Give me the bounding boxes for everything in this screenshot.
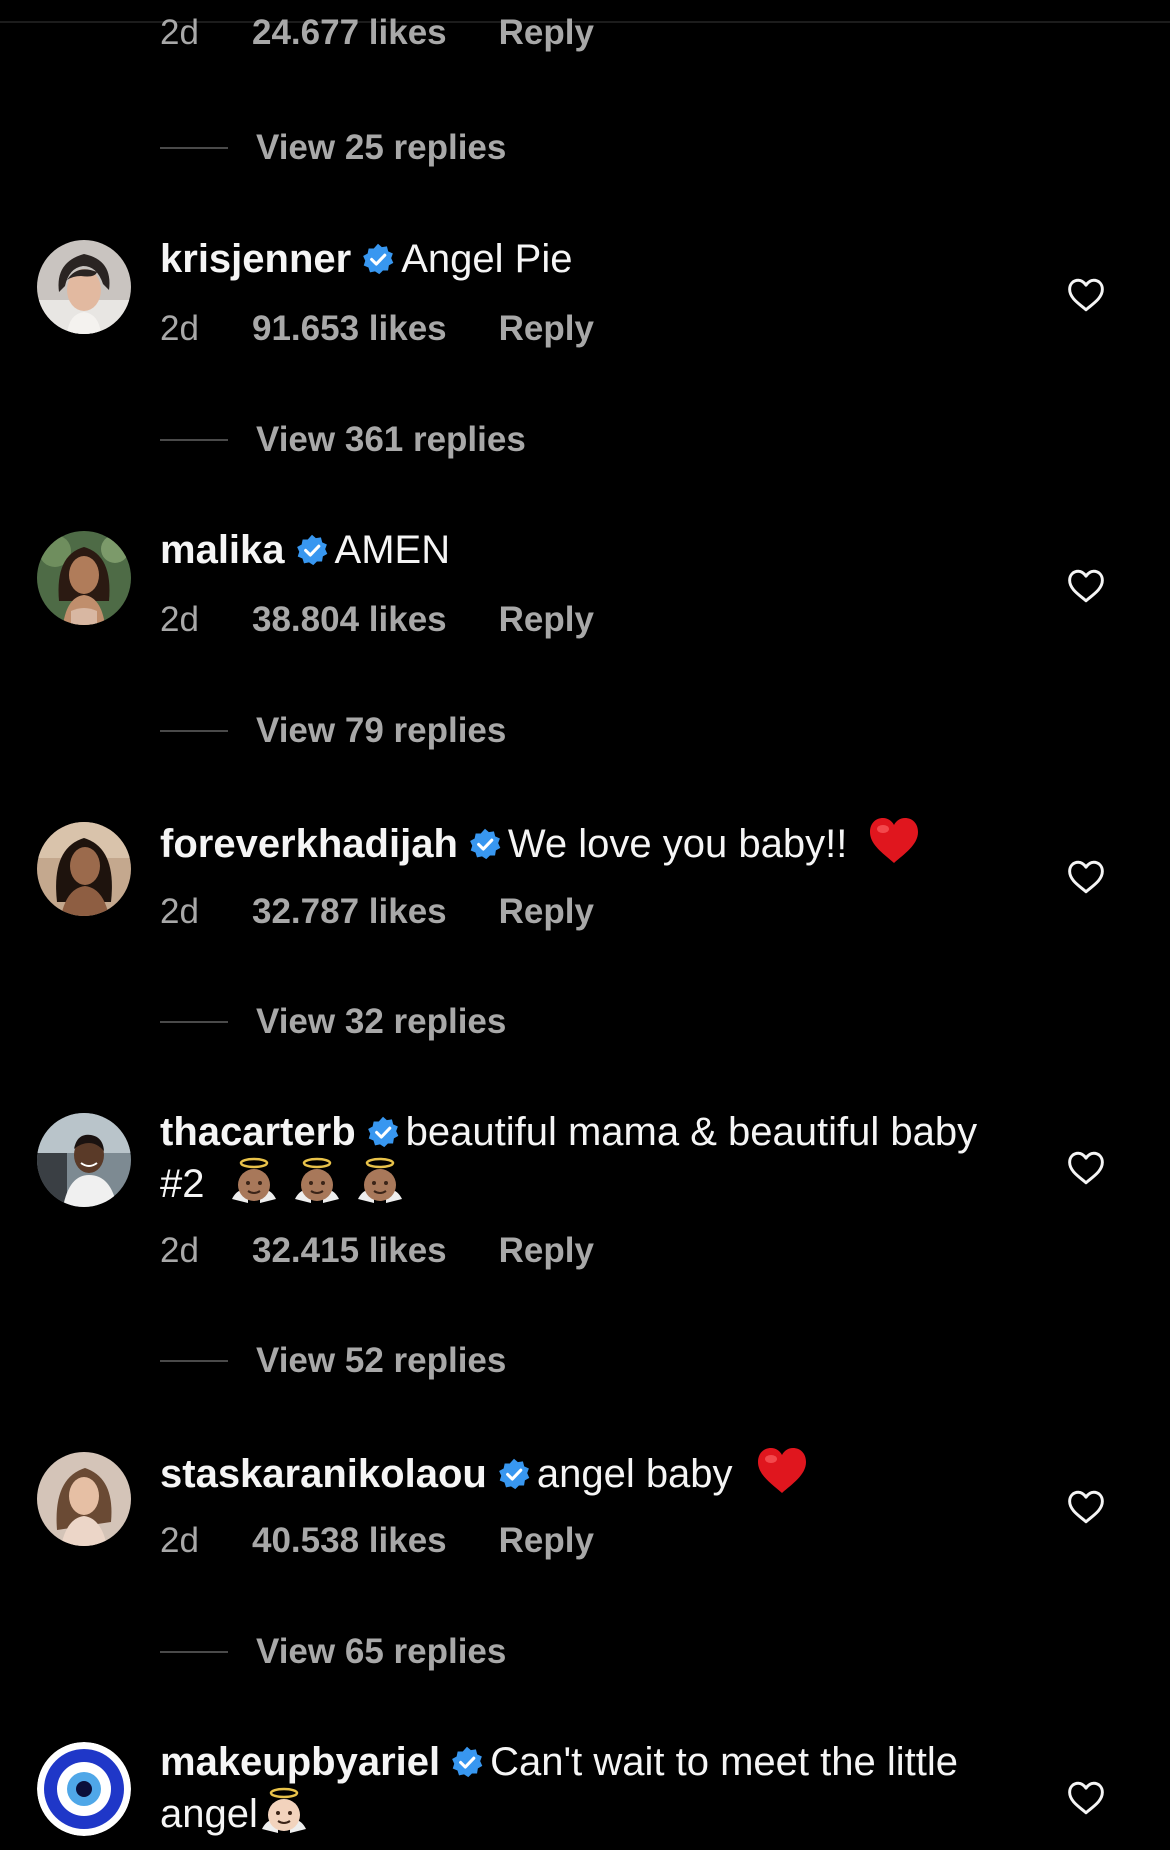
avatar[interactable] [37, 240, 131, 334]
comment-body: makeupbyariel Can't wait to meet the litt… [160, 1738, 1000, 1839]
comment-likes[interactable]: 91.653 likes [252, 309, 447, 349]
comment-body: foreverkhadijah We love you baby!! [160, 817, 1000, 869]
reply-button[interactable]: Reply [499, 309, 594, 349]
comment-meta-row: 2d 40.538 likes Reply [160, 1519, 594, 1563]
replies-divider-line [160, 147, 228, 149]
comment-time: 2d [160, 13, 199, 52]
view-replies-label: View 52 replies [256, 1341, 507, 1380]
view-replies-button[interactable]: View 65 replies [160, 1630, 506, 1674]
like-heart-icon[interactable] [1066, 568, 1106, 604]
comment-meta-row: 2d 38.804 likes Reply [160, 598, 594, 642]
comment-meta-row: 2d 32.415 likes Reply [160, 1229, 594, 1273]
comment-text: We love you baby!! [507, 822, 848, 866]
avatar[interactable] [37, 531, 131, 625]
baby-angel-emoji-icon [231, 1157, 276, 1203]
view-replies-label: View 25 replies [256, 128, 507, 167]
comment-meta-row: 2d 24.677 likes Reply [160, 11, 594, 55]
reply-button[interactable]: Reply [499, 600, 594, 640]
like-heart-icon[interactable] [1066, 277, 1106, 313]
reply-button[interactable]: Reply [499, 892, 594, 932]
view-replies-button[interactable]: View 52 replies [160, 1339, 506, 1383]
avatar[interactable] [37, 1452, 131, 1546]
baby-angel-emoji-icon [261, 1787, 306, 1833]
red-heart-emoji-icon [757, 1448, 806, 1493]
verified-badge-icon [470, 828, 501, 860]
replies-divider-line [160, 730, 228, 732]
avatar[interactable] [37, 1742, 131, 1836]
view-replies-button[interactable]: View 361 replies [160, 418, 526, 462]
view-replies-label: View 79 replies [256, 711, 507, 750]
avatar-image [37, 822, 131, 916]
verified-badge-icon [498, 1458, 530, 1490]
replies-divider-line [160, 1360, 228, 1362]
like-heart-icon[interactable] [1066, 1489, 1106, 1525]
replies-divider-line [160, 1651, 228, 1653]
evil-eye-logo-icon [37, 1742, 131, 1836]
avatar[interactable] [37, 1113, 131, 1207]
comment-time: 2d [160, 892, 199, 931]
comment-username[interactable]: makeupbyariel [160, 1740, 440, 1784]
replies-divider-line [160, 439, 228, 441]
baby-angel-emoji-icon [294, 1157, 339, 1203]
view-replies-label: View 361 replies [256, 420, 526, 459]
reply-button[interactable]: Reply [499, 1231, 594, 1271]
comment-body: thacarterb beautiful mama & beautiful bab… [160, 1108, 1000, 1209]
comment-username[interactable]: thacarterb [160, 1110, 356, 1154]
comment-username[interactable]: krisjenner [160, 237, 351, 281]
avatar[interactable] [37, 822, 131, 916]
comment-likes[interactable]: 32.787 likes [252, 892, 447, 932]
red-heart-emoji-icon [870, 818, 919, 863]
like-heart-icon[interactable] [1066, 1780, 1106, 1816]
comment-body: krisjenner Angel Pie [160, 235, 1000, 284]
verified-badge-icon [452, 1746, 483, 1778]
comment-time: 2d [160, 309, 199, 348]
verified-badge-icon [363, 243, 394, 275]
view-replies-button[interactable]: View 25 replies [160, 126, 506, 170]
reply-button[interactable]: Reply [499, 13, 594, 53]
comment-meta-row: 2d 91.653 likes Reply [160, 307, 594, 351]
avatar-image [37, 531, 131, 625]
comment-likes[interactable]: 40.538 likes [252, 1521, 447, 1561]
view-replies-label: View 32 replies [256, 1002, 507, 1041]
avatar-image [37, 1452, 131, 1546]
reply-button[interactable]: Reply [499, 1521, 594, 1561]
comment-text: angel baby [536, 1452, 733, 1496]
comment-username[interactable]: malika [160, 528, 285, 572]
comment-body: staskaranikolaou angel baby [160, 1447, 1000, 1499]
verified-badge-icon [367, 1116, 398, 1148]
comment-likes[interactable]: 38.804 likes [252, 600, 447, 640]
view-replies-button[interactable]: View 79 replies [160, 709, 506, 753]
like-heart-icon[interactable] [1066, 1150, 1106, 1186]
avatar-image [37, 240, 131, 334]
comment-text: Angel Pie [401, 237, 573, 281]
comment-meta-row: 2d 32.787 likes Reply [160, 890, 594, 934]
comment-time: 2d [160, 600, 199, 639]
comment-body: malika AMEN [160, 526, 1000, 575]
verified-badge-icon [296, 534, 327, 566]
comment-likes[interactable]: 32.415 likes [252, 1231, 447, 1271]
comment-username[interactable]: staskaranikolaou [160, 1452, 487, 1496]
view-replies-label: View 65 replies [256, 1632, 507, 1671]
like-heart-icon[interactable] [1066, 859, 1106, 895]
comment-time: 2d [160, 1521, 199, 1560]
comment-username[interactable]: foreverkhadijah [160, 822, 458, 866]
comment-likes[interactable]: 24.677 likes [252, 13, 447, 53]
comment-time: 2d [160, 1231, 199, 1270]
replies-divider-line [160, 1021, 228, 1023]
baby-angel-emoji-icon [357, 1157, 402, 1203]
avatar-image [37, 1113, 131, 1207]
view-replies-button[interactable]: View 32 replies [160, 1000, 506, 1044]
comment-text: AMEN [334, 528, 451, 572]
